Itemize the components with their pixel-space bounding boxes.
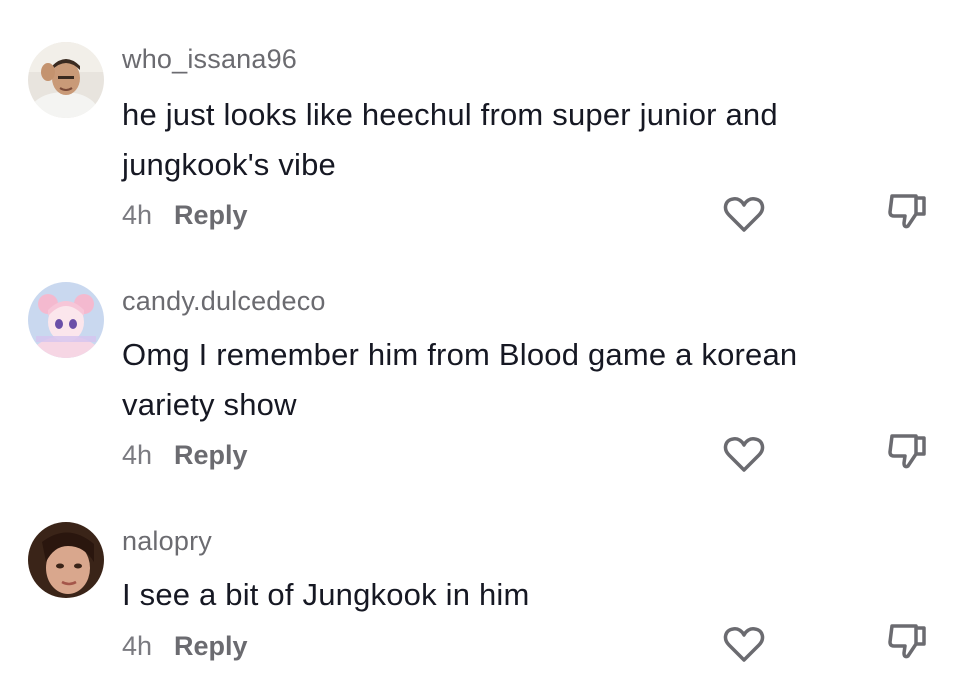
user-photo-avatar-icon bbox=[28, 522, 104, 598]
comment-text: I see a bit of Jungkook in him bbox=[122, 577, 530, 612]
reply-button[interactable]: Reply bbox=[174, 631, 248, 661]
comment-username[interactable]: nalopry bbox=[122, 526, 212, 557]
comment-time: 4h bbox=[122, 631, 153, 661]
thumbs-down-icon[interactable] bbox=[882, 616, 930, 664]
heart-icon[interactable] bbox=[720, 620, 768, 668]
comment-item: nalopry I see a bit of Jungkook in him 4… bbox=[0, 0, 960, 675]
avatar[interactable] bbox=[28, 522, 104, 598]
comment-meta: 4h Reply bbox=[122, 631, 248, 662]
